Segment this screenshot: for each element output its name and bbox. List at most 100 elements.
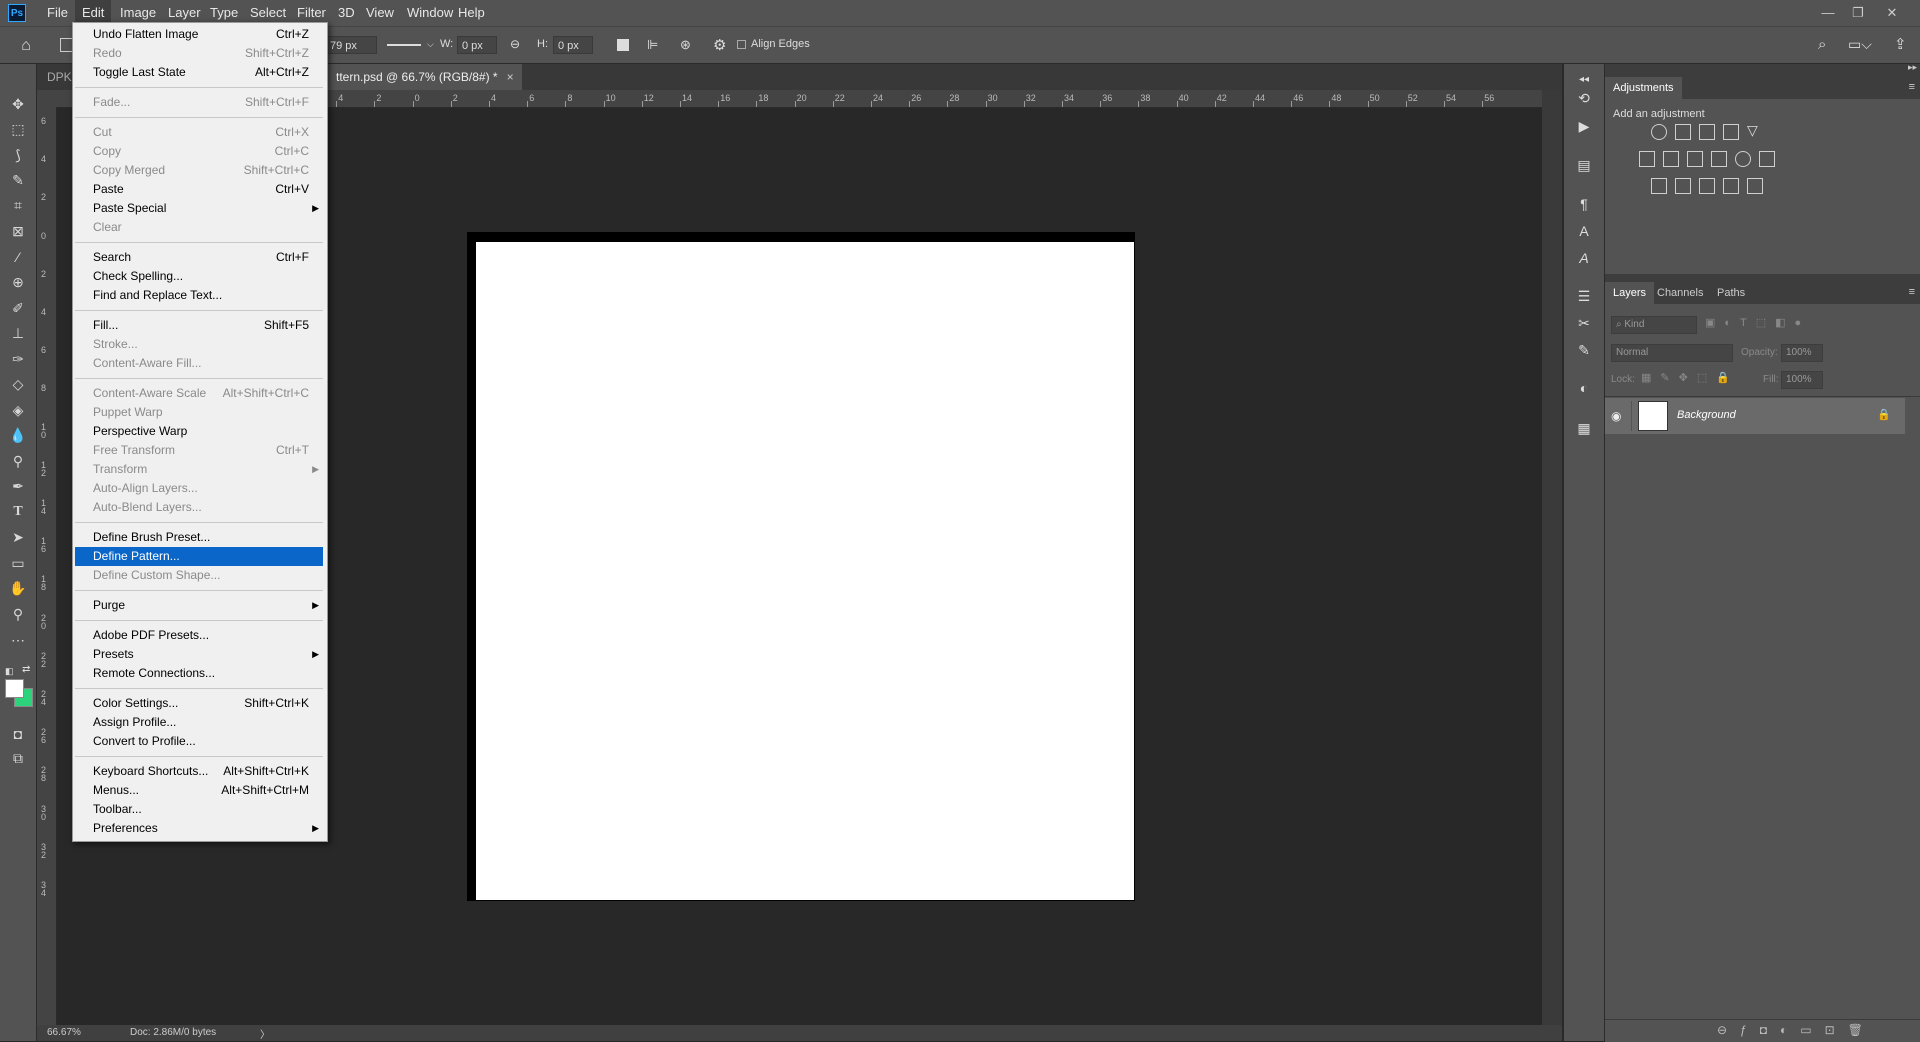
menu-view[interactable]: View — [359, 0, 401, 26]
blend-mode-dropdown[interactable]: Normal — [1611, 344, 1733, 362]
document-canvas[interactable] — [476, 242, 1134, 900]
color-balance-icon[interactable] — [1663, 151, 1679, 167]
rectangle-tool-icon[interactable]: ▭ — [8, 553, 28, 573]
eyedropper-tool-icon[interactable]: ⁄ — [8, 247, 28, 267]
menu-item-menus[interactable]: Menus... Alt+Shift+Ctrl+M — [75, 781, 323, 800]
menu-item-paste[interactable]: Paste Ctrl+V — [75, 180, 323, 199]
actions-icon[interactable]: ▶ — [1574, 116, 1594, 136]
crop-tool-icon[interactable]: ⌗ — [8, 195, 28, 215]
tab-adjustments[interactable]: Adjustments — [1605, 77, 1682, 99]
menu-item-keyboard-shortcuts[interactable]: Keyboard Shortcuts... Alt+Shift+Ctrl+K — [75, 762, 323, 781]
gradient-map-icon[interactable] — [1747, 178, 1763, 194]
tab-pattern-psd[interactable]: ttern.psd @ 66.7% (RGB/8#) * × — [326, 64, 522, 90]
close-tab-icon[interactable]: × — [507, 64, 514, 90]
gear-icon[interactable]: ⚙ — [713, 36, 726, 54]
layers-footer-icons[interactable]: ⊖ƒ◘◐▭⊡🗑 — [1717, 1023, 1876, 1037]
menu-item-remote-connections[interactable]: Remote Connections... — [75, 664, 323, 683]
levels-icon[interactable] — [1675, 124, 1691, 140]
color-icon[interactable]: ◐ — [1574, 378, 1594, 398]
adjustments-menu-icon[interactable]: ≡ — [1909, 81, 1915, 93]
zoom-tool-icon[interactable]: ⚲ — [8, 604, 28, 624]
dodge-tool-icon[interactable]: ⚲ — [8, 451, 28, 471]
move-tool-icon[interactable]: ✥ — [8, 94, 28, 114]
brush-tool-icon[interactable]: ✐ — [8, 298, 28, 318]
threshold-icon[interactable] — [1699, 178, 1715, 194]
menu-item-check-spelling[interactable]: Check Spelling... — [75, 267, 323, 286]
opacity-field[interactable]: 100% — [1781, 344, 1823, 362]
swatches-icon[interactable]: ▦ — [1574, 418, 1594, 438]
channel-mixer-icon[interactable] — [1735, 151, 1751, 167]
layer-row-background[interactable]: ◉ Background 🔒 — [1605, 398, 1905, 434]
status-menu-arrow[interactable]: 〉 — [260, 1026, 270, 1041]
marquee-tool-icon[interactable]: ⬚ — [8, 119, 28, 139]
menu-item-toggle-last-state[interactable]: Toggle Last State Alt+Ctrl+Z — [75, 63, 323, 82]
width-field[interactable]: 0 px — [457, 36, 497, 54]
menu-item-preferences[interactable]: Preferences ▶ — [75, 819, 323, 838]
color-lookup-icon[interactable] — [1759, 151, 1775, 167]
restore-icon[interactable]: ❐ — [1842, 0, 1874, 26]
minimize-icon[interactable]: — — [1812, 0, 1844, 26]
menu-item-assign-profile[interactable]: Assign Profile... — [75, 713, 323, 732]
glyphs-icon[interactable]: A — [1574, 248, 1594, 268]
properties-icon[interactable]: ☰ — [1574, 286, 1594, 306]
black-white-icon[interactable] — [1687, 151, 1703, 167]
layer-lock-icon[interactable]: 🔒 — [1877, 408, 1891, 421]
close-window-icon[interactable]: ✕ — [1876, 0, 1908, 26]
path-operations-icon[interactable] — [617, 39, 629, 51]
selective-color-icon[interactable] — [1723, 178, 1739, 194]
curves-icon[interactable] — [1699, 124, 1715, 140]
paragraph-icon[interactable]: ¶ — [1574, 194, 1594, 214]
search-icon[interactable]: ⌕ — [1818, 36, 1826, 53]
share-icon[interactable]: ⇪ — [1894, 35, 1907, 53]
foreground-color-swatch[interactable] — [5, 679, 24, 698]
stroke-size-field[interactable]: 79 px — [325, 36, 377, 54]
stroke-type-dropdown[interactable]: ⌵ — [387, 39, 437, 51]
blur-tool-icon[interactable]: 💧 — [8, 425, 28, 445]
invert-icon[interactable] — [1651, 178, 1667, 194]
eraser-tool-icon[interactable]: ◇ — [8, 374, 28, 394]
tab-paths[interactable]: Paths — [1709, 282, 1753, 304]
tool-presets-icon[interactable]: ✂ — [1574, 313, 1594, 333]
menu-item-color-settings[interactable]: Color Settings... Shift+Ctrl+K — [75, 694, 323, 713]
swap-colors-icon[interactable]: ⇄ — [22, 664, 30, 675]
height-field[interactable]: 0 px — [553, 36, 593, 54]
collapse-icon[interactable]: ◂◂ — [1574, 70, 1594, 90]
hand-tool-icon[interactable]: ✋ — [8, 578, 28, 598]
link-icon[interactable]: ⊖ — [510, 37, 520, 51]
menu-item-undo-flatten-image[interactable]: Undo Flatten Image Ctrl+Z — [75, 25, 323, 44]
screen-mode-icon[interactable]: ⧉ — [8, 748, 28, 768]
menu-item-convert-to-profile[interactable]: Convert to Profile... — [75, 732, 323, 751]
quick-mask-icon[interactable]: ◘ — [8, 724, 28, 744]
layers-menu-icon[interactable]: ≡ — [1909, 286, 1915, 298]
frame-tool-icon[interactable]: ⊠ — [8, 221, 28, 241]
workspace-icon[interactable]: ▭⌵ — [1848, 36, 1872, 53]
lock-icons[interactable]: ▦✎✥⬚🔒 — [1641, 371, 1739, 384]
brightness-contrast-icon[interactable] — [1651, 124, 1667, 140]
zoom-level[interactable]: 66.67% — [47, 1027, 81, 1038]
menu-help[interactable]: Help — [451, 0, 492, 26]
healing-brush-tool-icon[interactable]: ⊕ — [8, 272, 28, 292]
default-colors-icon[interactable]: ◧ — [5, 666, 14, 677]
menu-item-define-pattern[interactable]: Define Pattern... — [75, 547, 323, 566]
photo-filter-icon[interactable] — [1711, 151, 1727, 167]
history-brush-tool-icon[interactable]: ✑ — [8, 349, 28, 369]
menu-item-perspective-warp[interactable]: Perspective Warp — [75, 422, 323, 441]
libraries-icon[interactable]: ▤ — [1574, 155, 1594, 175]
home-icon[interactable]: ⌂ — [16, 36, 36, 56]
canvas-scrollbar[interactable] — [1542, 90, 1562, 1025]
menu-item-fill[interactable]: Fill... Shift+F5 — [75, 316, 323, 335]
clone-stamp-tool-icon[interactable]: ⊥ — [8, 323, 28, 343]
tab-channels[interactable]: Channels — [1649, 282, 1711, 304]
menu-item-find-and-replace-text[interactable]: Find and Replace Text... — [75, 286, 323, 305]
visibility-eye-icon[interactable]: ◉ — [1611, 409, 1621, 423]
fill-field[interactable]: 100% — [1781, 371, 1823, 389]
history-icon[interactable]: ⟲ — [1574, 88, 1594, 108]
menu-item-presets[interactable]: Presets ▶ — [75, 645, 323, 664]
ruler-origin[interactable] — [37, 90, 56, 107]
menu-item-paste-special[interactable]: Paste Special ▶ — [75, 199, 323, 218]
quick-selection-tool-icon[interactable]: ✎ — [8, 170, 28, 190]
menu-3d[interactable]: 3D — [331, 0, 362, 26]
type-tool-icon[interactable]: T — [8, 502, 28, 522]
pen-tool-icon[interactable]: ✒ — [8, 476, 28, 496]
menu-item-toolbar[interactable]: Toolbar... — [75, 800, 323, 819]
